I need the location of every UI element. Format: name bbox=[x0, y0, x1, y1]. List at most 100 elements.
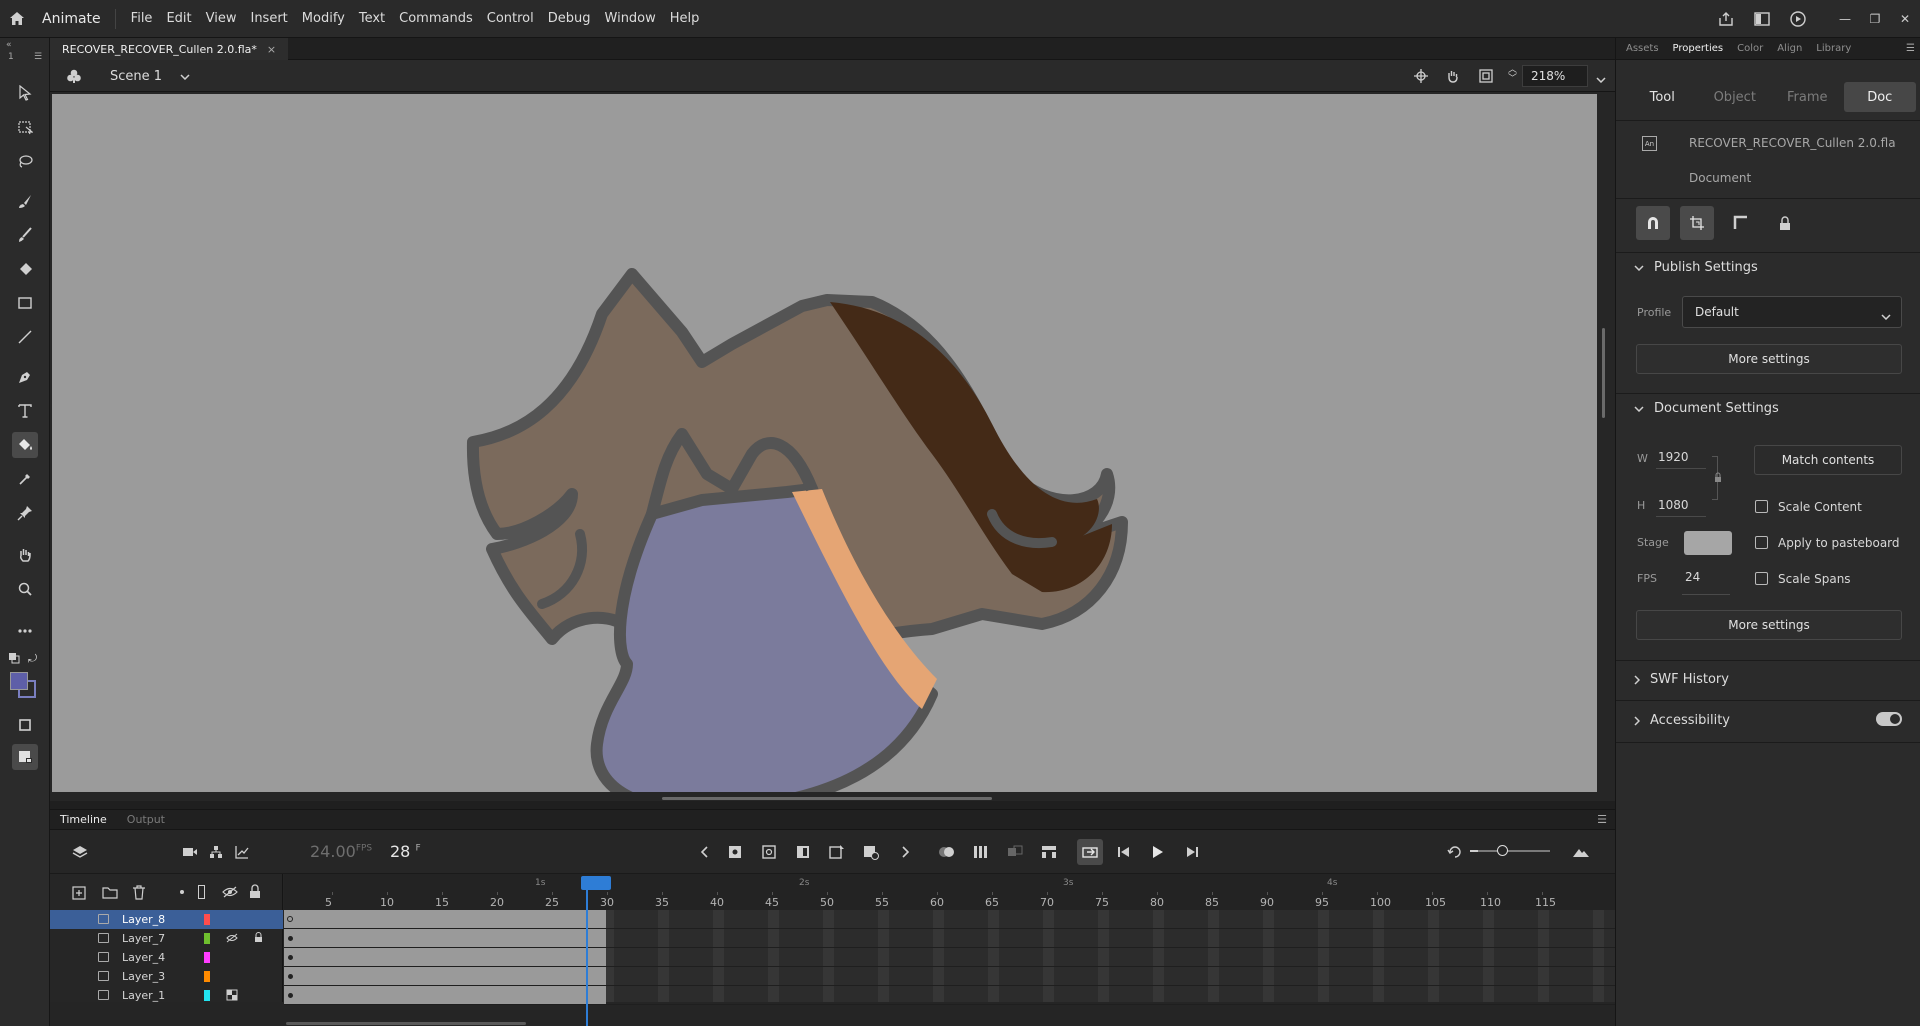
scale-content-checkbox[interactable] bbox=[1755, 500, 1768, 513]
edit-symbols-icon[interactable] bbox=[66, 68, 82, 87]
create-tween-icon[interactable] bbox=[1005, 842, 1025, 862]
object-drawing-icon[interactable] bbox=[12, 712, 38, 738]
zoom-out-icon[interactable] bbox=[1470, 850, 1478, 852]
frame-row[interactable] bbox=[284, 929, 1615, 948]
restore-icon[interactable]: ❐ bbox=[1860, 9, 1890, 29]
new-folder-icon[interactable] bbox=[102, 886, 118, 902]
document-settings-header[interactable]: Document Settings bbox=[1634, 401, 1779, 416]
rotate-stage-icon[interactable] bbox=[1445, 68, 1461, 87]
layers-icon[interactable] bbox=[70, 842, 90, 862]
tab-assets[interactable]: Assets bbox=[1616, 43, 1666, 54]
brush-tool-icon[interactable] bbox=[12, 222, 38, 248]
fill-stroke-swatch[interactable] bbox=[10, 672, 38, 700]
layer-color-swatch[interactable] bbox=[204, 933, 210, 944]
hidden-eye-icon[interactable] bbox=[226, 933, 238, 946]
eraser-tool-icon[interactable] bbox=[12, 256, 38, 282]
layer-row[interactable]: Layer_1 bbox=[50, 986, 283, 1005]
frame-ruler[interactable]: 1s 2s 3s 4s 5 10 15 20 25 30 35 40 45 50 55 60 65 70 75 80 8… bbox=[284, 874, 1615, 910]
clip-stage-icon[interactable] bbox=[1478, 68, 1494, 87]
insert-blank-frame-icon[interactable] bbox=[1039, 842, 1059, 862]
onion-skin-icon[interactable] bbox=[937, 842, 957, 862]
accessibility-toggle[interactable] bbox=[1876, 712, 1902, 726]
hand-tool-icon[interactable] bbox=[12, 542, 38, 568]
menu-debug[interactable]: Debug bbox=[541, 11, 598, 26]
accessibility-header[interactable]: Accessibility bbox=[1634, 713, 1730, 728]
layer-color-swatch[interactable] bbox=[204, 952, 210, 963]
panel-menu-icon[interactable]: ☰ bbox=[1906, 43, 1915, 54]
tab-library[interactable]: Library bbox=[1809, 43, 1858, 54]
reset-zoom-icon[interactable] bbox=[1445, 842, 1465, 862]
menu-file[interactable]: File bbox=[124, 11, 160, 26]
layer-color-swatch[interactable] bbox=[204, 971, 210, 982]
menu-commands[interactable]: Commands bbox=[392, 11, 480, 26]
layer-row[interactable]: Layer_8 bbox=[50, 910, 283, 929]
insert-frame-icon[interactable] bbox=[793, 842, 813, 862]
keyframe-marker[interactable] bbox=[288, 993, 293, 998]
menu-text[interactable]: Text bbox=[352, 11, 392, 26]
outline-icon[interactable] bbox=[198, 885, 205, 899]
frame-span[interactable] bbox=[284, 967, 606, 985]
swf-history-header[interactable]: SWF History bbox=[1634, 672, 1729, 687]
step-back-icon[interactable] bbox=[1114, 842, 1134, 862]
previous-keyframe-icon[interactable] bbox=[695, 842, 715, 862]
timeline-zoom-slider[interactable] bbox=[1475, 850, 1550, 852]
tab-align[interactable]: Align bbox=[1770, 43, 1809, 54]
snap-to-objects-icon[interactable] bbox=[1636, 206, 1670, 240]
next-keyframe-icon[interactable] bbox=[895, 842, 915, 862]
eyedropper-tool-icon[interactable] bbox=[12, 466, 38, 492]
document-more-settings-button[interactable]: More settings bbox=[1636, 610, 1902, 640]
zoom-tool-icon[interactable] bbox=[12, 576, 38, 602]
selection-tool-icon[interactable] bbox=[12, 80, 38, 106]
paint-bucket-tool-icon[interactable] bbox=[12, 432, 38, 458]
menu-window[interactable]: Window bbox=[598, 11, 663, 26]
frame-span[interactable] bbox=[284, 929, 606, 947]
workspace-icon[interactable] bbox=[1744, 0, 1780, 38]
document-tab[interactable]: RECOVER_RECOVER_Cullen 2.0.fla* × bbox=[50, 38, 289, 60]
frame-span[interactable] bbox=[284, 986, 606, 1004]
match-contents-button[interactable]: Match contents bbox=[1754, 445, 1902, 475]
edit-multiple-frames-icon[interactable] bbox=[971, 842, 991, 862]
lock-fill-icon[interactable] bbox=[12, 744, 38, 770]
tab-color[interactable]: Color bbox=[1730, 43, 1770, 54]
scene-selector[interactable]: Scene 1 bbox=[110, 60, 190, 92]
insert-keyframe-icon[interactable] bbox=[725, 842, 745, 862]
visibility-icon[interactable] bbox=[222, 885, 238, 902]
menu-insert[interactable]: Insert bbox=[243, 11, 294, 26]
profile-dropdown[interactable]: Default bbox=[1682, 296, 1902, 328]
layer-parenting-icon[interactable] bbox=[206, 842, 226, 862]
menu-view[interactable]: View bbox=[199, 11, 244, 26]
pen-tool-icon[interactable] bbox=[12, 364, 38, 390]
graph-icon[interactable] bbox=[232, 842, 252, 862]
stage[interactable] bbox=[52, 94, 1597, 816]
width-field[interactable]: 1920 bbox=[1658, 450, 1708, 464]
zoom-dropdown-icon[interactable] bbox=[1596, 72, 1606, 86]
stage-vertical-scrollbar[interactable] bbox=[1602, 328, 1605, 418]
frame-row[interactable] bbox=[284, 986, 1615, 1005]
close-tab-icon[interactable]: × bbox=[267, 43, 276, 56]
height-field[interactable]: 1080 bbox=[1658, 498, 1708, 512]
layer-row[interactable]: Layer_4 bbox=[50, 948, 283, 967]
rulers-icon[interactable] bbox=[1724, 206, 1758, 240]
layer-color-swatch[interactable] bbox=[204, 990, 210, 1001]
outline-checker-icon[interactable] bbox=[226, 989, 238, 1004]
more-tools-icon[interactable] bbox=[12, 618, 38, 644]
apply-to-pasteboard-checkbox[interactable] bbox=[1755, 536, 1768, 549]
delete-layer-icon[interactable] bbox=[132, 885, 146, 903]
timeline-zoom-handle[interactable] bbox=[1497, 845, 1508, 856]
timeline-horizontal-scrollbar[interactable] bbox=[286, 1022, 526, 1025]
frame-row[interactable] bbox=[284, 967, 1615, 986]
keyframe-marker[interactable] bbox=[288, 936, 293, 941]
timeline-menu-icon[interactable]: ☰ bbox=[1597, 813, 1607, 826]
subtab-tool[interactable]: Tool bbox=[1626, 82, 1699, 112]
lock-guides-icon[interactable] bbox=[1768, 206, 1802, 240]
minimize-icon[interactable]: — bbox=[1830, 9, 1860, 29]
stage-color-swatch[interactable] bbox=[1684, 531, 1732, 555]
toolbar-menu-icon[interactable]: ☰ bbox=[34, 52, 42, 62]
publish-settings-header[interactable]: Publish Settings bbox=[1634, 260, 1758, 275]
snap-to-pixels-icon[interactable] bbox=[1680, 206, 1714, 240]
free-transform-tool-icon[interactable] bbox=[12, 114, 38, 140]
menu-control[interactable]: Control bbox=[480, 11, 541, 26]
new-layer-icon[interactable] bbox=[72, 886, 86, 903]
keyframe-marker[interactable] bbox=[288, 955, 293, 960]
frame-span[interactable] bbox=[284, 948, 606, 966]
